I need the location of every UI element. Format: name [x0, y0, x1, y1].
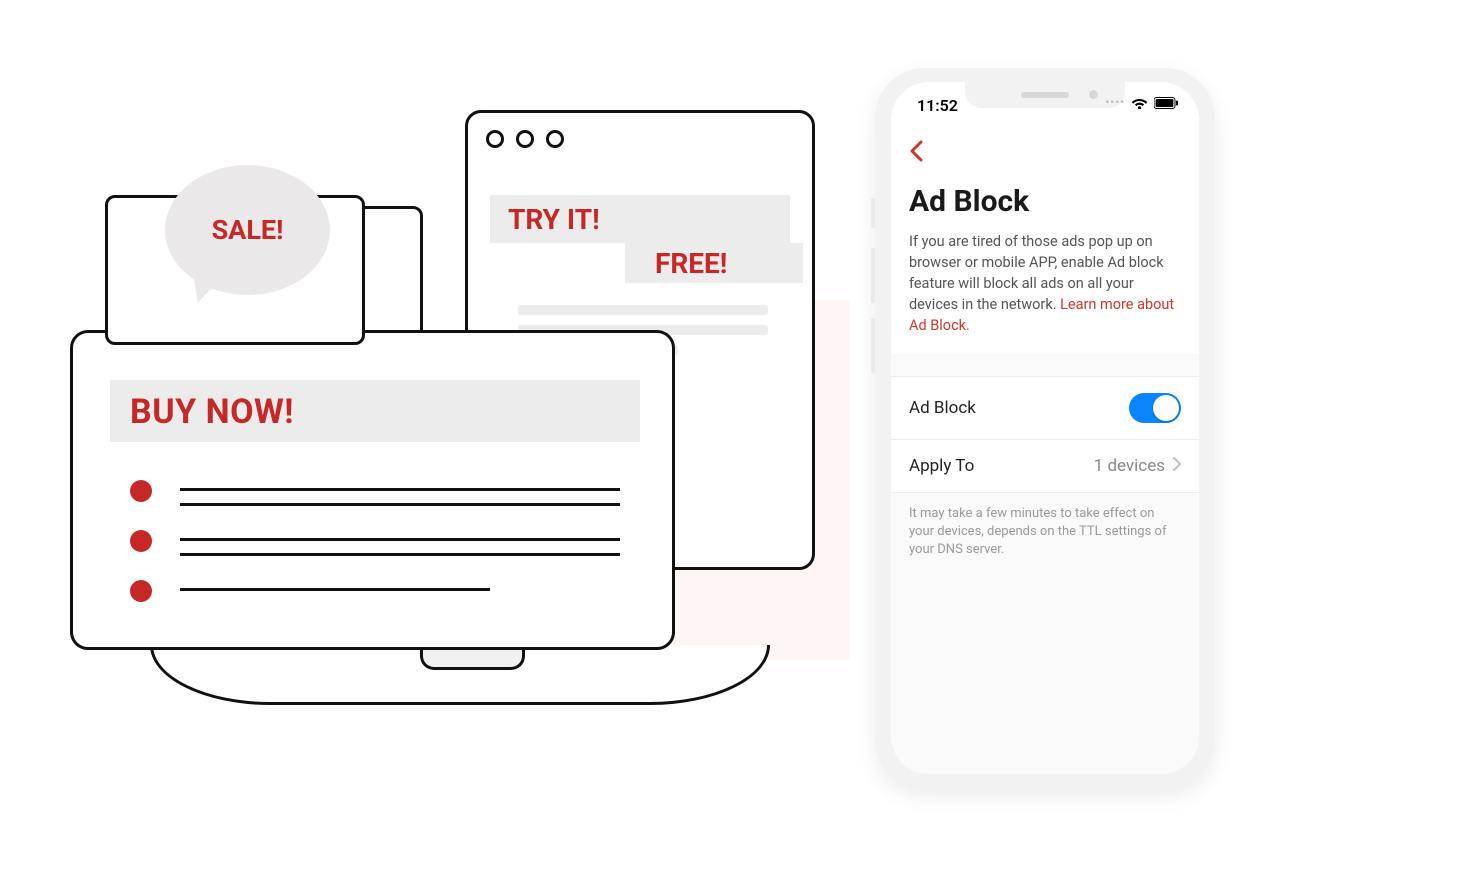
phone-screen: 11:52 •••• Ad Block If [891, 82, 1199, 774]
window-control-dot [486, 130, 504, 148]
status-bar: 11:52 •••• [891, 82, 1199, 126]
battery-icon [1154, 97, 1179, 109]
decorative-line [180, 538, 620, 541]
app-content: Ad Block If you are tired of those ads p… [891, 128, 1199, 774]
window-control-dot [546, 130, 564, 148]
decorative-line [180, 553, 620, 556]
decorative-line [518, 305, 768, 315]
decorative-line [180, 503, 620, 506]
buy-now-label: BUY NOW! [110, 380, 640, 432]
try-it-banner: TRY IT! [490, 195, 790, 243]
free-label: FREE! [625, 243, 803, 280]
settings-list: Ad Block Apply To 1 devices [891, 376, 1199, 493]
sale-speech-bubble: SALE! [165, 165, 330, 295]
page-title: Ad Block [909, 184, 1181, 219]
bullet-icon [130, 530, 152, 552]
toggle-knob [1153, 395, 1179, 421]
phone-mockup: 11:52 •••• Ad Block If [875, 68, 1215, 788]
bullet-icon [130, 580, 152, 602]
decorative-line [180, 588, 490, 591]
apply-to-value: 1 devices [1094, 456, 1165, 476]
ad-block-row-label: Ad Block [909, 398, 976, 418]
chevron-right-icon [1173, 456, 1181, 476]
ad-block-toggle[interactable] [1129, 393, 1181, 423]
phone-side-button [871, 198, 875, 228]
window-control-dot [516, 130, 534, 148]
cellular-signal-icon: •••• [1105, 96, 1125, 109]
apply-to-row[interactable]: Apply To 1 devices [891, 440, 1199, 493]
buy-now-banner: BUY NOW! [110, 380, 640, 442]
try-it-label: TRY IT! [490, 195, 790, 236]
decorative-line [180, 488, 620, 491]
phone-side-button [871, 248, 875, 303]
footer-note: It may take a few minutes to take effect… [891, 493, 1199, 572]
back-button[interactable] [909, 138, 939, 168]
status-time: 11:52 [917, 96, 958, 115]
free-banner: FREE! [625, 243, 803, 283]
ad-block-toggle-row: Ad Block [891, 377, 1199, 440]
phone-side-button [871, 318, 875, 373]
wifi-icon [1131, 97, 1148, 109]
ad-illustration: TRY IT! FREE! BUY NOW! SALE! [50, 110, 860, 750]
page-header: Ad Block If you are tired of those ads p… [891, 128, 1199, 354]
sale-label: SALE! [165, 165, 330, 295]
chevron-left-icon [909, 140, 923, 166]
page-description: If you are tired of those ads pop up on … [909, 231, 1181, 336]
bullet-icon [130, 480, 152, 502]
apply-to-row-label: Apply To [909, 456, 974, 476]
